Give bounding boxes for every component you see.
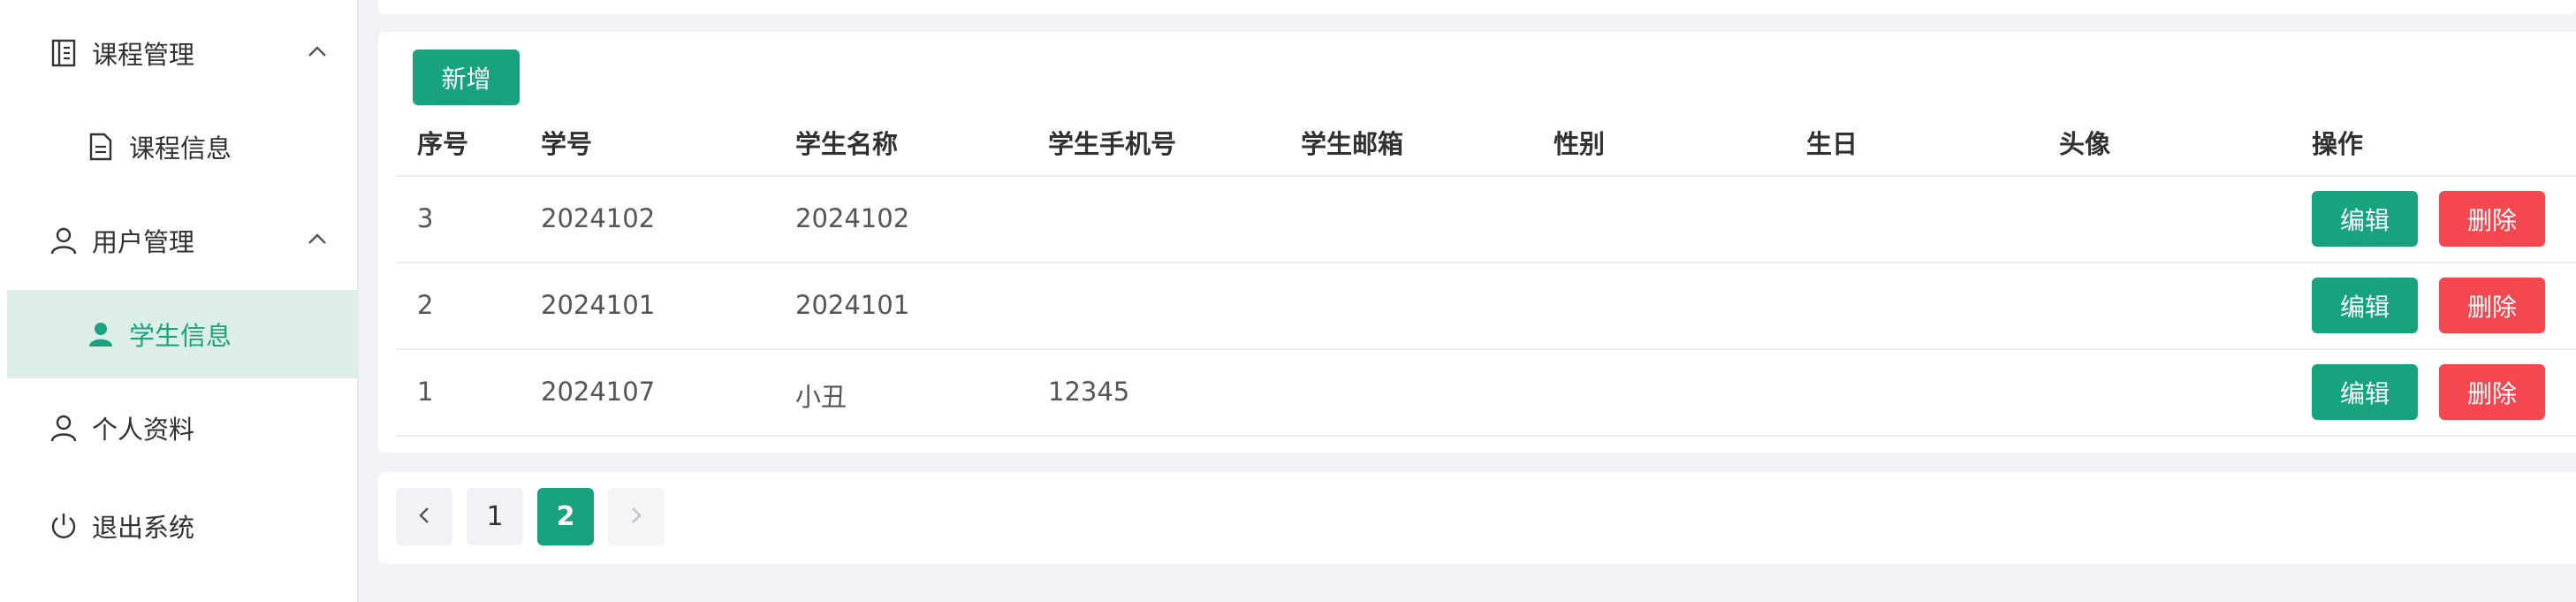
- sidebar-item-student-info[interactable]: 学生信息: [7, 290, 359, 378]
- power-icon: [49, 512, 78, 540]
- table-divider: [396, 262, 2576, 263]
- next-page-button[interactable]: [608, 488, 665, 545]
- sidebar-item-course-info[interactable]: 课程信息: [7, 103, 359, 191]
- sidebar-item-label: 退出系统: [92, 513, 195, 543]
- edit-button[interactable]: 编辑: [2312, 278, 2418, 333]
- menu-group-course-management[interactable]: 课程管理: [7, 9, 359, 97]
- cell-student-id: 2024102: [541, 203, 656, 233]
- column-header-index: 序号: [417, 129, 469, 159]
- cell-index: 3: [417, 203, 434, 233]
- column-header-student-id: 学号: [541, 129, 593, 159]
- delete-button[interactable]: 删除: [2439, 364, 2545, 420]
- column-header-actions: 操作: [2312, 129, 2364, 159]
- user-filled-icon: [87, 320, 115, 348]
- edit-button[interactable]: 编辑: [2312, 191, 2418, 247]
- page-button-2[interactable]: 2: [537, 488, 594, 545]
- sidebar-item-label: 学生信息: [129, 321, 232, 351]
- table-divider: [396, 348, 2576, 350]
- column-header-avatar: 头像: [2059, 129, 2111, 159]
- delete-button[interactable]: 删除: [2439, 278, 2545, 333]
- document-list-icon: [49, 39, 78, 67]
- prev-page-button[interactable]: [396, 488, 452, 545]
- cell-index: 1: [417, 377, 434, 407]
- column-header-student-name: 学生名称: [795, 129, 899, 159]
- add-button[interactable]: 新增: [413, 50, 520, 105]
- pagination-panel: [378, 472, 2576, 564]
- chevron-up-icon: [308, 44, 327, 61]
- menu-group-label: 课程管理: [92, 40, 195, 70]
- sidebar-item-profile[interactable]: 个人资料: [7, 384, 359, 472]
- sidebar-item-logout[interactable]: 退出系统: [7, 482, 359, 570]
- table-divider: [396, 175, 2576, 177]
- delete-button[interactable]: 删除: [2439, 191, 2545, 247]
- chevron-right-icon: [630, 501, 642, 532]
- sidebar-item-label: 个人资料: [92, 415, 195, 445]
- column-header-email: 学生邮箱: [1301, 129, 1404, 159]
- edit-button[interactable]: 编辑: [2312, 364, 2418, 420]
- sidebar: 课程管理 课程信息 用户管理 学生信息 个人资料 退出系统: [0, 0, 359, 602]
- cell-student-name: 2024101: [795, 290, 910, 320]
- search-panel-edge: [378, 0, 2576, 14]
- column-header-gender: 性别: [1554, 129, 1606, 159]
- cell-student-id: 2024101: [541, 290, 656, 320]
- column-header-birthday: 生日: [1806, 129, 1858, 159]
- user-icon: [49, 226, 78, 255]
- cell-phone: 12345: [1048, 377, 1130, 407]
- cell-index: 2: [417, 290, 434, 320]
- user-icon: [49, 414, 78, 442]
- menu-group-label: 用户管理: [92, 227, 195, 257]
- chevron-left-icon: [418, 501, 430, 532]
- table-panel: [378, 32, 2576, 453]
- chevron-up-icon: [308, 232, 327, 248]
- cell-student-name: 小丑: [795, 382, 847, 412]
- menu-group-user-management[interactable]: 用户管理: [7, 196, 359, 285]
- column-header-phone: 学生手机号: [1048, 129, 1177, 159]
- page-button-1[interactable]: 1: [467, 488, 523, 545]
- cell-student-name: 2024102: [795, 203, 910, 233]
- table-divider: [396, 435, 2576, 437]
- document-icon: [87, 133, 115, 161]
- cell-student-id: 2024107: [541, 377, 656, 407]
- sidebar-item-label: 课程信息: [129, 133, 232, 164]
